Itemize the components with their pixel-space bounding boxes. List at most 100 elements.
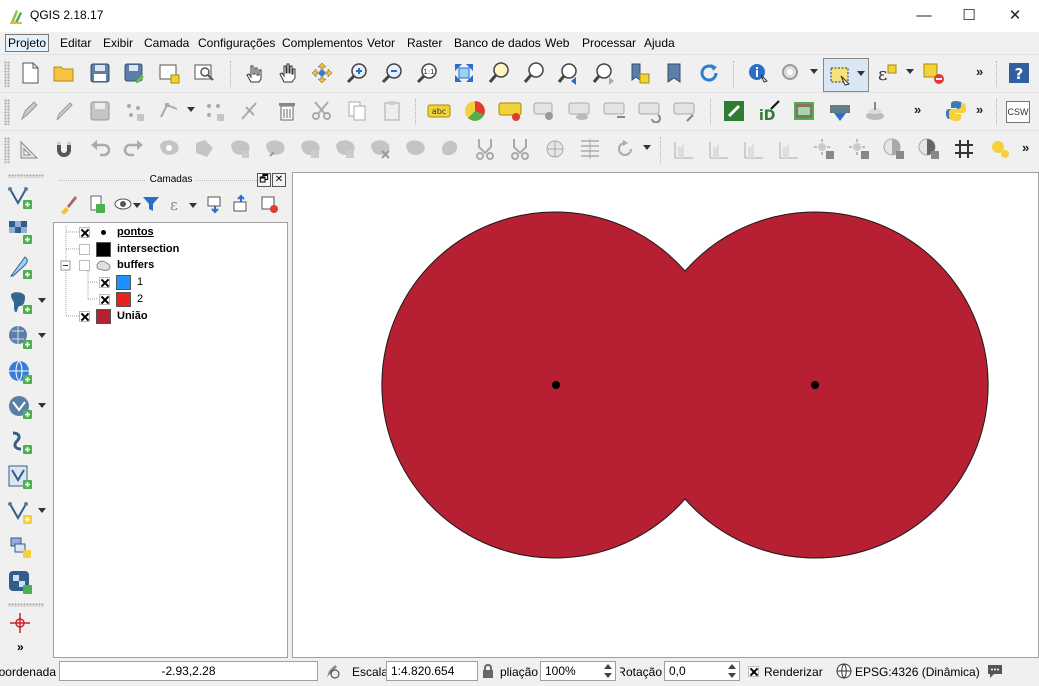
- menu-raster[interactable]: Raster: [405, 35, 444, 51]
- decrease-contrast-icon[interactable]: [917, 137, 941, 161]
- layer-labeling-options-icon[interactable]: abc: [427, 99, 451, 123]
- toggle-extents-icon[interactable]: [324, 663, 340, 679]
- full-histogram-icon[interactable]: [777, 137, 801, 161]
- maximize-button[interactable]: ☐: [946, 0, 992, 30]
- coordinate-capture-icon[interactable]: [7, 610, 33, 636]
- magnifier-spin-buttons[interactable]: [601, 661, 615, 681]
- undo-icon[interactable]: [88, 137, 112, 161]
- zoom-out-icon[interactable]: [381, 61, 405, 85]
- fill-ring-icon[interactable]: [228, 137, 252, 161]
- raster-plugin-icon[interactable]: [792, 99, 816, 123]
- id-plugin-icon[interactable]: iD: [757, 99, 781, 123]
- add-spatialite-layer-icon[interactable]: [7, 324, 33, 350]
- add-postgis-layer-icon[interactable]: [7, 289, 33, 315]
- select-features-button[interactable]: [823, 58, 869, 92]
- identify-features-icon[interactable]: [745, 61, 769, 85]
- remove-layer-icon[interactable]: [259, 194, 279, 214]
- vertex-editor-icon[interactable]: [238, 99, 262, 123]
- layer-diagram-options-icon[interactable]: [463, 99, 487, 123]
- local-histogram-icon[interactable]: [742, 137, 766, 161]
- move-label-icon[interactable]: [603, 99, 627, 123]
- filter-by-expression-icon[interactable]: ε: [167, 194, 187, 214]
- pan-map-icon[interactable]: [276, 61, 300, 85]
- add-wfs-layer-icon[interactable]: [7, 429, 33, 455]
- menu-web[interactable]: Web: [543, 35, 571, 51]
- rotate-feature-icon[interactable]: [613, 137, 637, 161]
- add-ring-icon[interactable]: [157, 137, 181, 161]
- float-panel-button[interactable]: 🗗: [257, 173, 271, 187]
- menu-projeto[interactable]: Projeto: [5, 34, 50, 52]
- legend-item-1[interactable]: 1: [99, 274, 143, 290]
- point-feature[interactable]: [811, 381, 819, 389]
- manage-map-themes-icon[interactable]: [113, 194, 133, 214]
- new-spatialite-layer-icon[interactable]: [7, 499, 33, 525]
- save-as-icon[interactable]: [122, 61, 146, 85]
- delete-selected-icon[interactable]: [275, 99, 299, 123]
- menu-camada[interactable]: Camada: [142, 35, 191, 51]
- delete-ring-icon[interactable]: [263, 137, 287, 161]
- stretch-tool-icon[interactable]: [707, 137, 731, 161]
- show-bookmarks-icon[interactable]: [662, 61, 686, 85]
- render-checkbox[interactable]: [748, 666, 759, 677]
- coordinate-field[interactable]: -2.93,2.28: [59, 661, 318, 681]
- layer-item-buffers[interactable]: buffers: [79, 257, 154, 273]
- delete-part-icon[interactable]: [298, 137, 322, 161]
- collapse-all-icon[interactable]: [231, 194, 251, 214]
- menu-ajuda[interactable]: Ajuda: [642, 35, 677, 51]
- layer-visibility-checkbox[interactable]: [79, 259, 90, 271]
- layer-visibility-checkbox[interactable]: [79, 226, 90, 238]
- crs-globe-icon[interactable]: [836, 663, 852, 679]
- increase-brightness-icon[interactable]: [812, 137, 836, 161]
- toolbar-grip[interactable]: [4, 61, 10, 87]
- category-visibility-checkbox[interactable]: [99, 276, 110, 288]
- dropdown-arrow-icon[interactable]: [189, 203, 197, 208]
- minimize-button[interactable]: —: [901, 0, 947, 30]
- add-point-feature-icon[interactable]: [122, 99, 146, 123]
- paste-features-icon[interactable]: [380, 99, 404, 123]
- layer-visibility-checkbox[interactable]: [79, 243, 90, 255]
- zoom-native-resolution-icon[interactable]: 1:1: [416, 61, 440, 85]
- plugin-manager-icon[interactable]: [722, 99, 746, 123]
- toolbar-overflow-button[interactable]: »: [914, 102, 921, 117]
- run-feature-action-icon[interactable]: [779, 61, 803, 85]
- rotation-spin-buttons[interactable]: [725, 661, 739, 681]
- simplify-feature-icon[interactable]: [578, 137, 602, 161]
- save-project-icon[interactable]: [88, 61, 112, 85]
- redo-icon[interactable]: [122, 137, 146, 161]
- toolbar-overflow-button[interactable]: »: [1022, 140, 1029, 155]
- point-symbol-tool-icon[interactable]: [988, 137, 1012, 161]
- refresh-icon[interactable]: [697, 61, 721, 85]
- toolbar-grip[interactable]: [4, 99, 10, 125]
- menu-banco-de-dados[interactable]: Banco de dados: [452, 35, 543, 51]
- expand-toolbar-button[interactable]: »: [17, 640, 24, 654]
- add-group-icon[interactable]: [87, 194, 107, 214]
- current-edits-icon[interactable]: [18, 99, 42, 123]
- layer-item-pontos[interactable]: pontos: [79, 224, 154, 240]
- zoom-next-icon[interactable]: [592, 61, 616, 85]
- add-raster-layer-icon[interactable]: [7, 219, 33, 245]
- filter-legend-icon[interactable]: [141, 194, 161, 214]
- pan-to-selection-icon[interactable]: [310, 61, 334, 85]
- dropdown-arrow-icon[interactable]: [38, 333, 46, 338]
- layer-visibility-checkbox[interactable]: [79, 310, 90, 322]
- dropdown-arrow-icon[interactable]: [643, 145, 651, 150]
- zoom-in-icon[interactable]: [346, 61, 370, 85]
- histogram-tool-icon[interactable]: [672, 137, 696, 161]
- dropdown-arrow-icon[interactable]: [810, 69, 818, 74]
- increase-contrast-icon[interactable]: [882, 137, 906, 161]
- uniao-polygon[interactable]: [381, 211, 989, 559]
- open-project-icon[interactable]: [52, 61, 76, 85]
- toggle-editing-icon[interactable]: [52, 99, 76, 123]
- show-hide-labels-icon[interactable]: [568, 99, 592, 123]
- dropdown-arrow-icon[interactable]: [906, 69, 914, 74]
- dropdown-arrow-icon[interactable]: [38, 298, 46, 303]
- expand-all-icon[interactable]: [205, 194, 225, 214]
- map-canvas[interactable]: [292, 172, 1039, 658]
- add-mssql-layer-icon[interactable]: [7, 569, 33, 595]
- merge-attributes-icon[interactable]: [508, 137, 532, 161]
- toolbar-grip[interactable]: [4, 137, 10, 163]
- open-layer-styling-icon[interactable]: [59, 194, 79, 214]
- help-contents-icon[interactable]: ?: [1007, 61, 1031, 85]
- split-features-icon[interactable]: [403, 137, 427, 161]
- category-visibility-checkbox[interactable]: [99, 293, 110, 305]
